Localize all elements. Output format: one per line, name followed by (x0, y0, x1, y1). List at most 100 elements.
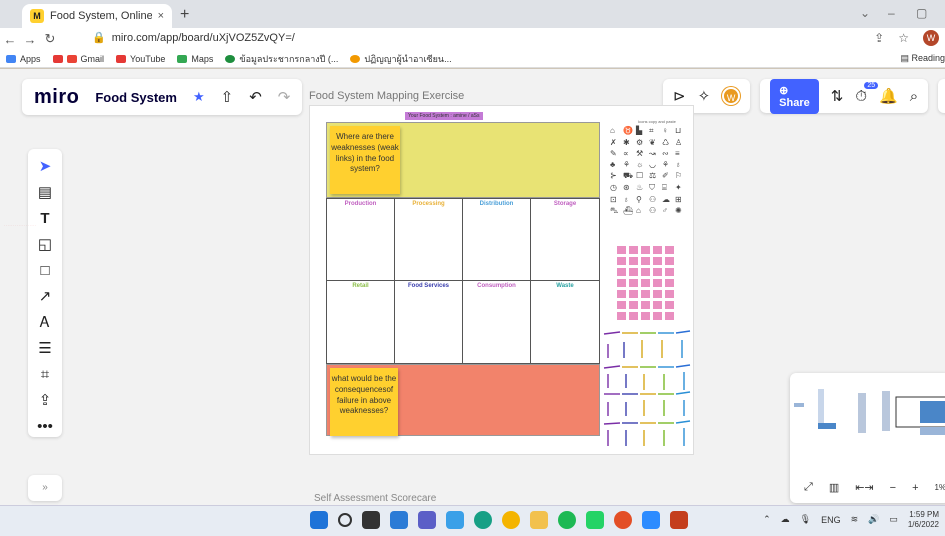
bread-icon[interactable]: ⚘ (623, 160, 635, 169)
pink-sticky[interactable] (629, 279, 638, 287)
file-explorer-icon[interactable] (530, 511, 548, 529)
zoom-app-icon[interactable] (642, 511, 660, 529)
frame-title[interactable]: Food System Mapping Exercise (309, 90, 464, 102)
bowl-icon[interactable]: ◡ (649, 160, 661, 169)
recycle-icon[interactable]: ♺ (662, 138, 674, 147)
cell-retail[interactable]: Retail (326, 280, 395, 364)
figure-icon[interactable]: ♙ (675, 138, 687, 147)
cell-production[interactable]: Production (326, 198, 395, 281)
group-icon[interactable]: ⚇ (649, 195, 661, 204)
market-icon[interactable]: ⌸ (662, 183, 674, 193)
label-icon[interactable]: ≡ (675, 149, 687, 158)
gear-icon[interactable]: ⚙ (636, 138, 648, 147)
redo-icon[interactable]: ↷ (278, 88, 291, 106)
fullscreen-icon[interactable]: ⤢ (804, 481, 813, 494)
sticky-note-icon[interactable]: ◱ (32, 235, 58, 255)
language-indicator[interactable]: ENG (821, 515, 841, 525)
sparkle-icon[interactable]: ✺ (675, 206, 687, 216)
cell-storage[interactable]: Storage (530, 198, 600, 281)
upload-icon[interactable]: ⇪ (32, 391, 58, 411)
pink-sticky[interactable] (629, 268, 638, 276)
pink-sticky[interactable] (653, 279, 662, 287)
star-shape-icon[interactable]: ✦ (675, 183, 687, 193)
comment-icon[interactable]: ☰ (32, 339, 58, 359)
wheat-icon[interactable]: ✱ (623, 138, 635, 147)
line-arrow-icon[interactable]: ↗ (32, 287, 58, 307)
scale-icon[interactable]: ⚖ (649, 171, 661, 181)
vehicle-icon[interactable]: ⛍ (610, 206, 622, 216)
chevron-down-icon[interactable]: ⌄ (860, 6, 870, 20)
wave-icon[interactable]: ∾ (662, 149, 674, 158)
pink-sticky[interactable] (653, 301, 662, 309)
chevron-up-icon[interactable]: ⌃ (763, 514, 771, 525)
bookmark-star-icon[interactable]: ☆ (898, 31, 909, 45)
timer-icon[interactable]: ⏱ 25 (855, 81, 879, 105)
bookmark-population[interactable]: ข้อมูลประชากรกลางปี (... (225, 52, 338, 66)
cursor-filter-icon[interactable]: ⊳ (673, 87, 686, 105)
ship-icon[interactable]: ⛴ (623, 206, 635, 216)
chrome-icon[interactable] (502, 511, 520, 529)
powerpoint-icon[interactable] (670, 511, 688, 529)
cloud-icon[interactable]: ☁ (662, 195, 674, 204)
leaf-icon[interactable]: ❦ (649, 138, 661, 147)
select-cursor-icon[interactable]: ➤ (32, 157, 58, 177)
pink-sticky[interactable] (653, 257, 662, 265)
cell-distribution[interactable]: Distribution (462, 198, 531, 281)
pink-sticky[interactable] (653, 268, 662, 276)
canvas-note[interactable]: · · · · · · · · · · · · · · · · · · (4, 223, 36, 227)
pink-sticky[interactable] (617, 257, 626, 265)
close-tab-icon[interactable]: × (158, 10, 164, 22)
pen-tool-icon[interactable]: Ꭺ (32, 313, 58, 333)
box-icon[interactable]: ☐ (636, 171, 648, 181)
cart-icon[interactable]: ⊞ (675, 195, 687, 204)
minimize-icon[interactable]: – (888, 6, 895, 20)
pink-sticky[interactable] (665, 312, 674, 320)
person-icon[interactable]: ♀ (662, 126, 674, 136)
tab-miro[interactable]: M Food System, Online Whiteboard × (22, 4, 172, 28)
zoom-out-button[interactable]: − (890, 482, 896, 494)
search-icon[interactable] (338, 513, 352, 527)
pink-sticky[interactable] (629, 257, 638, 265)
pink-sticky[interactable] (653, 312, 662, 320)
shape-tool-icon[interactable]: □ (32, 261, 58, 281)
teams-chat-icon[interactable] (418, 511, 436, 529)
reactions-icon[interactable]: ✧ (698, 87, 711, 105)
pink-sticky[interactable] (641, 301, 650, 309)
pink-sticky[interactable] (653, 246, 662, 254)
pink-sticky[interactable] (665, 268, 674, 276)
fish-icon[interactable]: ∝ (623, 149, 635, 158)
pink-sticky[interactable] (641, 279, 650, 287)
fit-width-icon[interactable]: ⇤⇥ (855, 481, 873, 494)
building-icon[interactable]: ▙ (636, 126, 648, 136)
bookmark-gmail[interactable]: Gmail (52, 54, 104, 64)
pink-sticky[interactable] (629, 301, 638, 309)
pot-icon[interactable]: ♨ (636, 183, 648, 193)
line-icon[interactable] (586, 511, 604, 529)
pink-sticky[interactable] (641, 246, 650, 254)
reload-icon[interactable]: ↻ (40, 31, 60, 47)
share-button[interactable]: ⊕ Share (770, 78, 819, 114)
pink-sticky[interactable] (665, 290, 674, 298)
sticky-note-consequences[interactable]: what would be the consequencesof failure… (330, 368, 398, 436)
crowd-icon[interactable]: ⚇ (649, 206, 661, 216)
board-name[interactable]: Food System (95, 90, 177, 105)
volume-icon[interactable]: 🔊 (868, 514, 879, 525)
pink-sticky[interactable] (641, 290, 650, 298)
pink-sticky[interactable] (617, 279, 626, 287)
search-icon[interactable]: ⌕ (910, 88, 918, 105)
bookmark-asean[interactable]: ปฏิญญาผู้นำอาเซียน... (350, 52, 452, 66)
bookmark-youtube[interactable]: YouTube (116, 54, 165, 64)
frame-label[interactable]: Your Food System : amine / aSs (405, 112, 483, 120)
pink-sticky[interactable] (665, 257, 674, 265)
battery-icon[interactable]: ▭ (889, 514, 898, 525)
photos-icon[interactable] (446, 511, 464, 529)
settings-sliders-icon[interactable]: ⇅ (831, 87, 844, 105)
url-field[interactable]: 🔒 miro.com/app/board/uXjVOZ5ZvQY=/ (92, 31, 295, 44)
pink-sticky[interactable] (665, 246, 674, 254)
pink-sticky[interactable] (617, 246, 626, 254)
map-toggle-icon[interactable]: ▥ (829, 481, 839, 494)
pink-sticky[interactable] (617, 312, 626, 320)
pink-sticky[interactable] (629, 290, 638, 298)
bookmark-apps[interactable]: Apps (6, 54, 41, 64)
widgets-icon[interactable] (390, 511, 408, 529)
